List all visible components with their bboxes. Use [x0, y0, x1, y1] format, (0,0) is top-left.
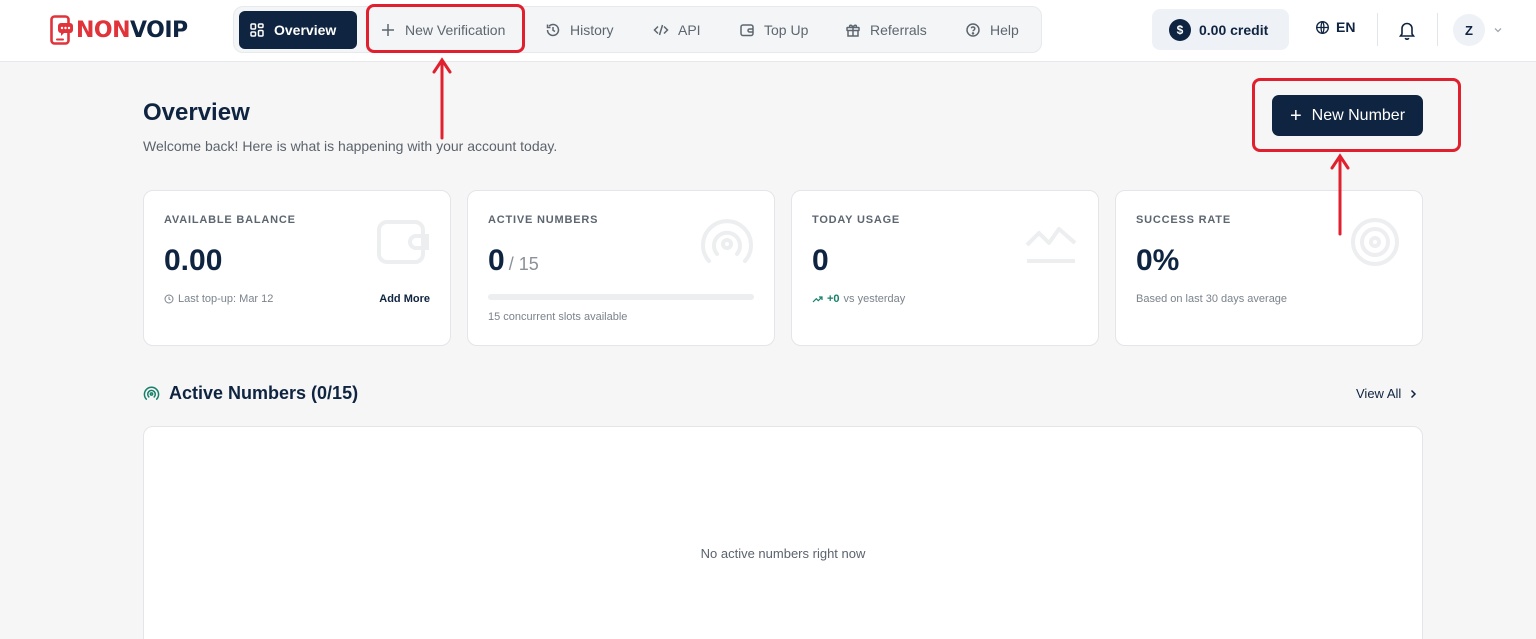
nav-history-label: History — [570, 22, 614, 38]
language-label: EN — [1336, 19, 1356, 35]
trending-up-icon — [812, 295, 823, 302]
brand-name: NONVOIP — [76, 18, 188, 43]
active-numbers-title: Active Numbers (0/15) — [169, 383, 359, 403]
card-value: 0% — [1136, 244, 1180, 277]
slots-available: 15 concurrent slots available — [488, 311, 628, 323]
gift-icon — [846, 24, 860, 37]
card-label: TODAY USAGE — [812, 214, 901, 226]
target-icon — [1351, 218, 1399, 266]
brand-name-part1: NON — [76, 17, 131, 43]
last-topup-text: Last top-up: Mar 12 — [178, 293, 274, 305]
nav-referrals-label: Referrals — [870, 22, 927, 38]
success-rate-card: SUCCESS RATE 0% Based on last 30 days av… — [1115, 190, 1423, 346]
phone-chat-logo-icon — [50, 15, 73, 45]
main-nav: Overview New Verification History API To… — [233, 6, 1042, 53]
active-max: / 15 — [508, 254, 539, 274]
wallet-icon — [740, 24, 754, 37]
grid-icon — [250, 23, 264, 37]
add-more-link[interactable]: Add More — [379, 293, 430, 305]
nav-overview[interactable]: Overview — [239, 11, 357, 49]
arrow-up-icon — [432, 57, 452, 140]
signal-icon — [143, 386, 160, 400]
clock-icon — [164, 294, 174, 304]
user-avatar[interactable]: Z — [1453, 14, 1485, 46]
header-divider — [1377, 13, 1378, 46]
active-numbers-card: ACTIVE NUMBERS 0/ 15 15 concurrent slots… — [467, 190, 775, 346]
nav-help-label: Help — [990, 22, 1019, 38]
chevron-right-icon — [1411, 389, 1417, 398]
view-all-link[interactable]: View All — [1356, 386, 1417, 401]
card-value: 0.00 — [164, 244, 223, 277]
available-balance-card: AVAILABLE BALANCE 0.00 Last top-up: Mar … — [143, 190, 451, 346]
language-selector[interactable]: EN — [1315, 19, 1355, 35]
active-numbers-panel: No active numbers right now — [143, 426, 1423, 639]
empty-state: No active numbers right now — [700, 546, 866, 561]
success-basis: Based on last 30 days average — [1136, 293, 1288, 305]
page-subtitle: Welcome back! Here is what is happening … — [143, 138, 558, 154]
header-divider — [1437, 13, 1438, 46]
card-label: SUCCESS RATE — [1136, 214, 1231, 226]
arrow-up-icon — [1330, 153, 1350, 236]
card-label: ACTIVE NUMBERS — [488, 214, 599, 226]
view-all-label: View All — [1356, 386, 1402, 401]
credit-label: 0.00 credit — [1199, 21, 1269, 38]
history-icon — [546, 23, 560, 37]
signal-icon — [701, 219, 753, 263]
slots-progress-bar — [488, 294, 754, 300]
active-numbers-heading: Active Numbers (0/15) — [143, 383, 358, 404]
nav-referrals[interactable]: Referrals — [835, 11, 937, 49]
usage-delta-value: +0 — [827, 293, 840, 305]
nav-api[interactable]: API — [643, 11, 711, 49]
card-value: 0/ 15 — [488, 244, 539, 278]
brand-name-part2: VOIP — [130, 17, 188, 43]
wallet-icon — [377, 220, 429, 264]
code-icon — [653, 24, 669, 36]
last-topup: Last top-up: Mar 12 — [164, 293, 273, 305]
credit-balance-button[interactable]: $ 0.00 credit — [1152, 9, 1289, 50]
nav-help[interactable]: Help — [955, 11, 1029, 49]
card-label: AVAILABLE BALANCE — [164, 214, 296, 226]
top-bar: NONVOIP Overview New Verification Histor… — [0, 0, 1536, 62]
nav-top-up-label: Top Up — [764, 22, 809, 38]
highlight-box-new-verification — [366, 4, 525, 53]
nav-overview-label: Overview — [274, 22, 337, 38]
trend-chart-icon — [1025, 227, 1077, 263]
bell-icon[interactable] — [1398, 20, 1416, 40]
page-title: Overview — [143, 99, 250, 126]
card-value: 0 — [812, 244, 829, 277]
highlight-box-new-number — [1252, 78, 1461, 152]
nav-history[interactable]: History — [535, 11, 624, 49]
brand-logo[interactable]: NONVOIP — [50, 14, 188, 46]
globe-icon — [1316, 20, 1329, 34]
chevron-down-icon[interactable] — [1493, 25, 1503, 35]
nav-top-up[interactable]: Top Up — [729, 11, 818, 49]
usage-delta-text: vs yesterday — [843, 293, 906, 305]
active-count: 0 — [488, 244, 505, 277]
nav-api-label: API — [678, 22, 701, 38]
today-usage-card: TODAY USAGE 0 +0 vs yesterday — [791, 190, 1099, 346]
dollar-icon: $ — [1169, 18, 1191, 41]
help-circle-icon — [966, 23, 980, 37]
usage-delta: +0 vs yesterday — [812, 293, 905, 305]
